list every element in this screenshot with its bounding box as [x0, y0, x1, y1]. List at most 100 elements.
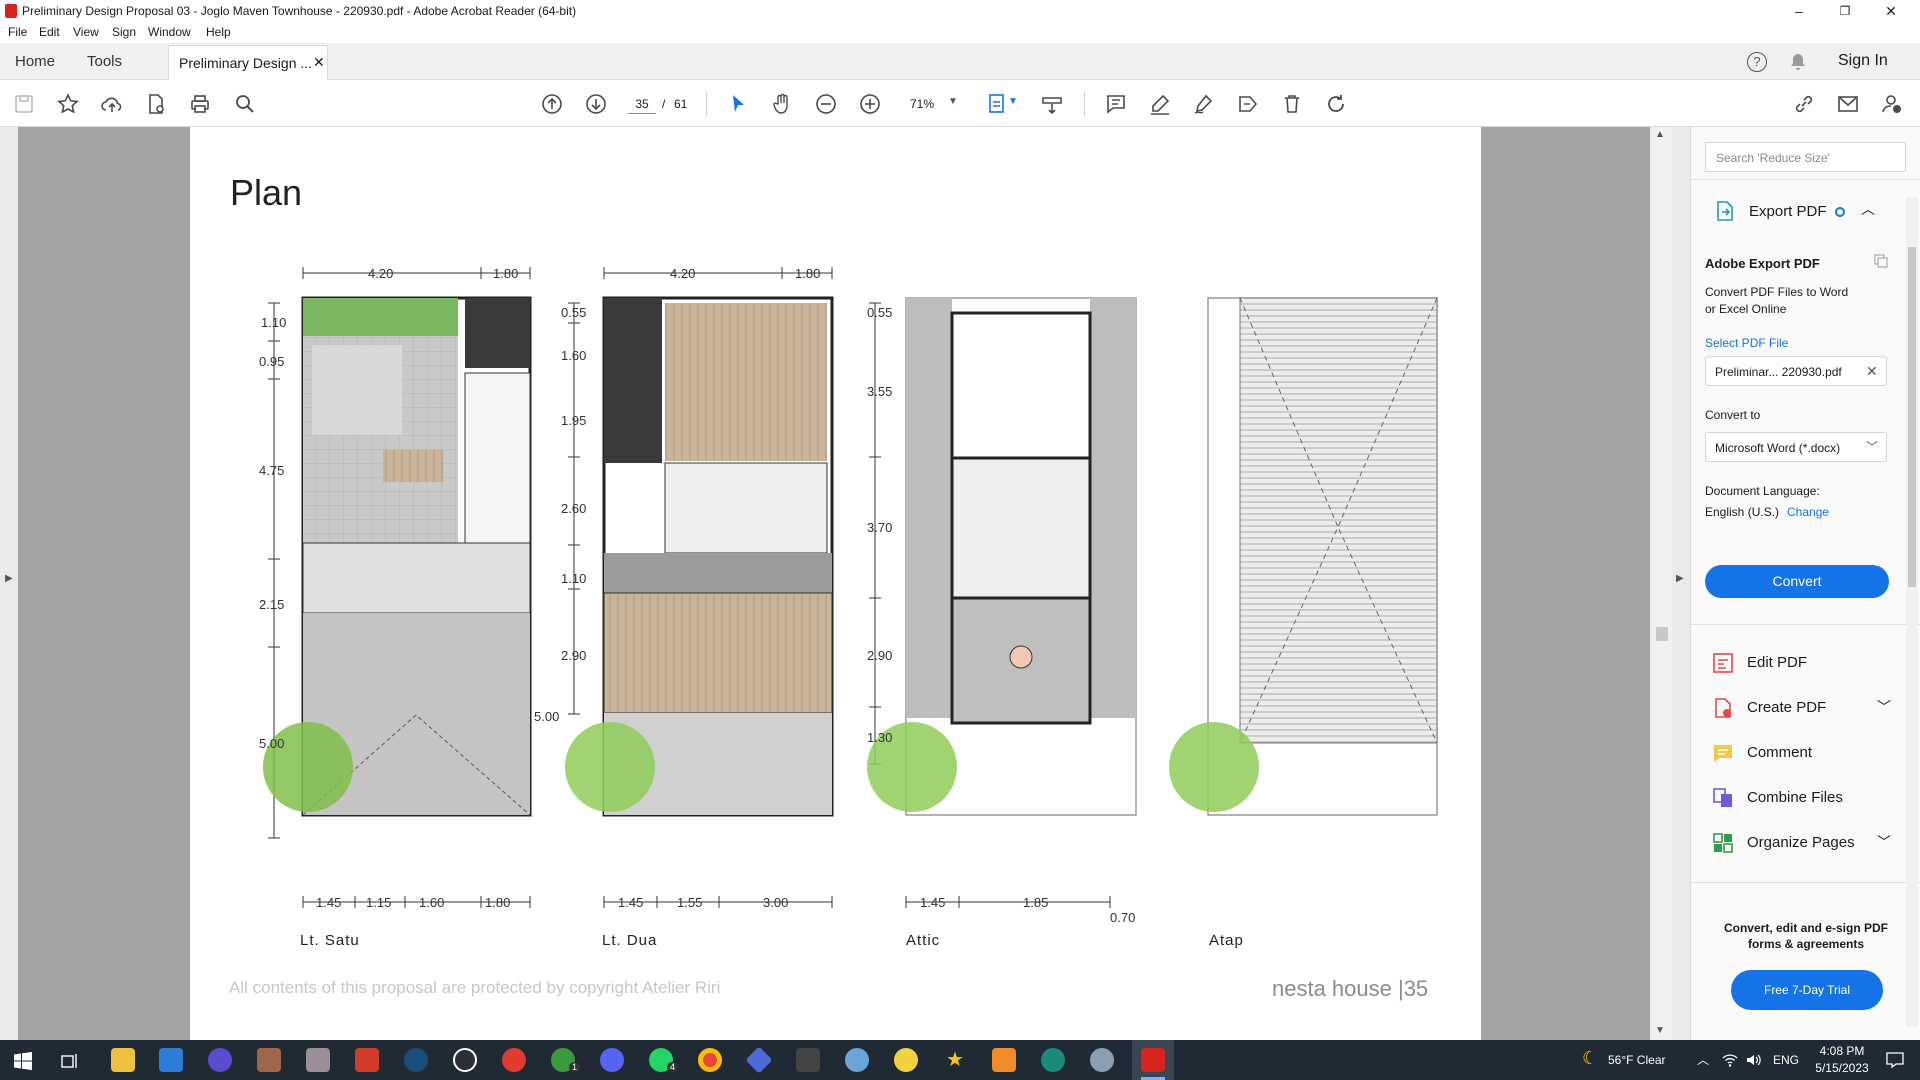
panel-scrollbar-thumb[interactable] — [1908, 247, 1916, 587]
menu-view[interactable]: View — [73, 25, 99, 39]
menu-window[interactable]: Window — [148, 25, 191, 39]
discord-icon[interactable] — [600, 1048, 624, 1072]
app-icon[interactable] — [894, 1048, 918, 1072]
free-trial-button[interactable]: Free 7-Day Trial — [1731, 970, 1883, 1010]
weather-text[interactable]: 56°F Clear — [1608, 1053, 1666, 1067]
export-pdf-header[interactable]: Export PDF — [1749, 203, 1827, 220]
microsoft-store-icon[interactable] — [159, 1048, 183, 1072]
notification-center-icon[interactable] — [1886, 1052, 1904, 1068]
volume-icon[interactable] — [1746, 1053, 1762, 1067]
zoom-level[interactable]: 71% — [910, 97, 934, 111]
expand-left-panel-icon[interactable]: ▶ — [5, 573, 13, 584]
zoom-out-icon[interactable] — [814, 92, 838, 116]
file-settings-icon[interactable] — [144, 92, 168, 116]
tool-comment[interactable]: Comment — [1711, 738, 1901, 768]
panel-scrollbar[interactable] — [1906, 197, 1918, 1027]
task-view-icon[interactable] — [61, 1052, 79, 1070]
email-icon[interactable] — [1836, 92, 1860, 116]
help-icon[interactable]: ? — [1747, 52, 1767, 72]
convert-format-select[interactable]: Microsoft Word (*.docx) ﹀ — [1705, 432, 1887, 462]
bell-icon[interactable] — [1788, 52, 1808, 72]
language-indicator[interactable]: ENG — [1773, 1053, 1799, 1067]
tab-document[interactable]: Preliminary Design ... ✕ — [168, 45, 328, 80]
tool-combine-files[interactable]: Combine Files — [1711, 783, 1901, 813]
select-pdf-file-link[interactable]: Select PDF File — [1705, 336, 1788, 350]
convert-button[interactable]: Convert — [1705, 565, 1889, 598]
menu-edit[interactable]: Edit — [39, 25, 60, 39]
hand-tool-icon[interactable] — [770, 92, 794, 116]
copy-icon[interactable] — [1873, 253, 1889, 269]
app-icon[interactable] — [845, 1048, 869, 1072]
scrollbar-thumb[interactable] — [1656, 627, 1668, 641]
windows-start-icon[interactable] — [14, 1052, 32, 1070]
tool-create-pdf[interactable]: Create PDF ﹀ — [1711, 693, 1901, 723]
left-nav-strip[interactable]: ▶ — [0, 127, 18, 1040]
selected-file-field[interactable]: Preliminar... 220930.pdf ✕ — [1705, 356, 1887, 386]
tool-organize-pages[interactable]: Organize Pages ﹀ — [1711, 828, 1901, 858]
collapse-chevron-icon[interactable]: ︿ — [1861, 199, 1875, 219]
scroll-up-arrow-icon[interactable]: ▲ — [1655, 129, 1665, 140]
clock-date[interactable]: 5/15/2023 — [1808, 1061, 1876, 1075]
game-app-icon[interactable] — [306, 1048, 330, 1072]
page-number-input[interactable]: 35 — [628, 94, 656, 114]
change-language-link[interactable]: Change — [1787, 505, 1829, 519]
app-icon[interactable] — [745, 1046, 773, 1074]
sign-in-button[interactable]: Sign In — [1838, 52, 1888, 70]
game-app-icon[interactable] — [257, 1048, 281, 1072]
game-app-icon[interactable] — [355, 1048, 379, 1072]
steam-icon[interactable] — [404, 1048, 428, 1072]
app-icon[interactable] — [1090, 1048, 1114, 1072]
add-user-icon[interactable] — [1880, 92, 1904, 116]
close-tab-icon[interactable]: ✕ — [313, 54, 325, 71]
chevron-down-icon[interactable]: ﹀ — [1877, 697, 1891, 717]
select-cursor-icon[interactable] — [726, 92, 750, 116]
zoom-in-icon[interactable] — [858, 92, 882, 116]
menu-sign[interactable]: Sign — [112, 25, 136, 39]
send-for-signature-icon[interactable] — [1236, 92, 1260, 116]
vertical-scrollbar[interactable]: ▲ ▼ — [1650, 127, 1672, 1040]
star-icon[interactable] — [56, 92, 80, 116]
app-icon[interactable] — [796, 1048, 820, 1072]
zoom-dropdown-icon[interactable]: ▼ — [948, 96, 958, 107]
zoom-search-icon[interactable] — [233, 92, 257, 116]
file-explorer-icon[interactable] — [111, 1048, 135, 1072]
sign-pen-icon[interactable] — [1192, 92, 1216, 116]
tools-search-input[interactable]: Search 'Reduce Size' — [1705, 142, 1906, 172]
close-window-button[interactable]: ✕ — [1868, 0, 1914, 22]
fit-dropdown-icon[interactable]: ▼ — [1008, 96, 1018, 107]
app-icon[interactable] — [1041, 1048, 1065, 1072]
previous-page-icon[interactable] — [540, 92, 564, 116]
clock-time[interactable]: 4:08 PM — [1812, 1044, 1872, 1058]
cloud-upload-icon[interactable] — [100, 92, 124, 116]
app-icon[interactable] — [208, 1048, 232, 1072]
share-link-icon[interactable] — [1792, 92, 1816, 116]
star-app-icon[interactable]: ★ — [943, 1048, 967, 1072]
tab-home[interactable]: Home — [15, 53, 55, 70]
ubisoft-icon[interactable] — [453, 1048, 477, 1072]
menu-file[interactable]: File — [8, 25, 27, 39]
chevron-down-icon[interactable]: ﹀ — [1877, 832, 1891, 852]
scroll-mode-icon[interactable] — [1040, 92, 1064, 116]
maximize-button[interactable]: ❐ — [1822, 0, 1868, 22]
menu-help[interactable]: Help — [206, 25, 231, 39]
scroll-down-arrow-icon[interactable]: ▼ — [1655, 1025, 1665, 1036]
comment-icon[interactable] — [1104, 92, 1128, 116]
tool-edit-pdf[interactable]: Edit PDF — [1711, 648, 1901, 678]
save-icon[interactable] — [12, 92, 36, 116]
delete-icon[interactable] — [1280, 92, 1304, 116]
chrome-icon[interactable] — [698, 1048, 722, 1072]
weather-moon-icon[interactable]: ☾ — [1582, 1048, 1598, 1069]
wifi-icon[interactable] — [1722, 1053, 1738, 1067]
print-icon[interactable] — [188, 92, 212, 116]
tab-tools[interactable]: Tools — [87, 53, 122, 70]
fit-page-icon[interactable] — [986, 92, 1010, 116]
remove-file-icon[interactable]: ✕ — [1866, 363, 1878, 380]
ea-app-icon[interactable] — [502, 1048, 526, 1072]
app-icon[interactable] — [992, 1048, 1016, 1072]
collapse-right-panel-icon[interactable]: ▶ — [1676, 573, 1684, 584]
rotate-icon[interactable] — [1324, 92, 1348, 116]
next-page-icon[interactable] — [584, 92, 608, 116]
highlight-pen-icon[interactable] — [1148, 92, 1172, 116]
minimize-button[interactable]: – — [1776, 0, 1822, 22]
acrobat-taskbar-icon[interactable] — [1141, 1048, 1165, 1072]
